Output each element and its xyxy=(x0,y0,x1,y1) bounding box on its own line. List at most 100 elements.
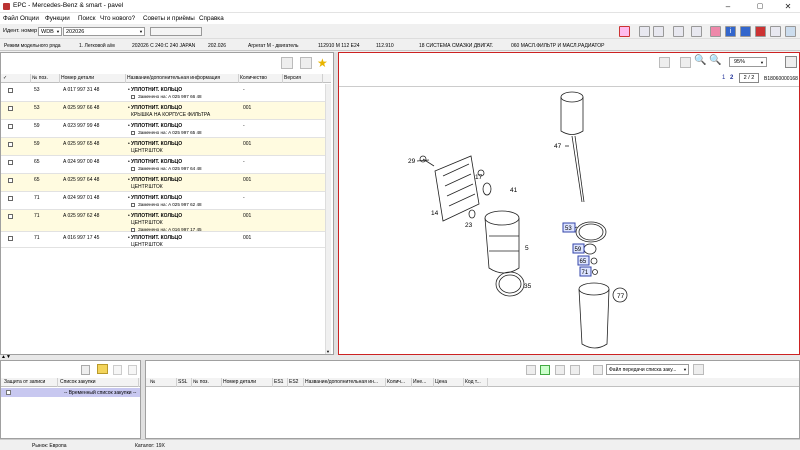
col-write-protect[interactable]: Защита от записи xyxy=(3,378,58,387)
check-icon[interactable] xyxy=(639,26,650,37)
send-icon[interactable] xyxy=(693,364,704,375)
callout-47[interactable]: 47 xyxy=(554,143,562,150)
note-checkbox[interactable] xyxy=(131,130,135,135)
table-row[interactable]: 59 A 025 997 65 48 • УПЛОТНИТ. КОЛЬЦО ЦЕНТР.… xyxy=(1,138,331,156)
breadcrumb-group[interactable]: 18 СИСТЕМА СМАЗКИ ДВИГАТ. xyxy=(419,43,493,49)
col-code[interactable]: Код т... xyxy=(464,378,488,387)
menu-functions[interactable]: Функции xyxy=(45,15,70,22)
col-version[interactable]: Версия xyxy=(283,74,323,83)
delete-icon[interactable] xyxy=(619,26,630,37)
col-ssl[interactable]: SSL xyxy=(177,378,192,387)
col-qty2[interactable]: Колич... xyxy=(386,378,412,387)
print-icon[interactable] xyxy=(691,26,702,37)
callout-59[interactable]: 59 xyxy=(575,247,582,253)
edit-icon[interactable] xyxy=(653,26,664,37)
callout-41[interactable]: 41 xyxy=(510,187,518,194)
window-icon[interactable] xyxy=(785,26,796,37)
breadcrumb-engine-code[interactable]: 112.910 xyxy=(376,43,394,49)
page-link-1[interactable]: 1 xyxy=(722,75,725,81)
row-checkbox[interactable] xyxy=(8,178,13,183)
table-row[interactable]: 71 A 025 997 62 48 • УПЛОТНИТ. КОЛЬЦО ЦЕНТР.… xyxy=(1,210,331,232)
menu-whats-new[interactable]: Что нового? xyxy=(100,15,135,22)
col-name[interactable]: Название/дополнительная информация xyxy=(126,74,239,83)
filter-icon[interactable] xyxy=(526,365,536,375)
chevron-down-icon[interactable]: ▼ xyxy=(139,29,143,34)
row-part-number[interactable]: A 017 997 31 48 xyxy=(63,87,99,93)
row-checkbox[interactable] xyxy=(8,142,13,147)
parts-diagram[interactable]: 29 17 41 14 23 5 35 47 77 53 59 65 71 xyxy=(339,86,798,354)
col-name2[interactable]: Название/дополнительная ин... xyxy=(304,378,386,387)
menu-options[interactable]: Опции xyxy=(20,15,39,22)
row-part-number[interactable]: A 024 997 00 48 xyxy=(63,159,99,165)
col-qty[interactable]: Количество xyxy=(239,74,283,83)
col-other[interactable]: Ине... xyxy=(412,378,434,387)
page-link-2[interactable]: 2 xyxy=(730,75,733,81)
note-checkbox[interactable] xyxy=(131,202,135,207)
col-shopping-list[interactable]: Список закупки xyxy=(59,378,139,387)
callout-23[interactable]: 23 xyxy=(465,222,473,229)
note-checkbox[interactable] xyxy=(131,166,135,171)
book-icon[interactable] xyxy=(740,26,751,37)
catalog-icon[interactable] xyxy=(755,26,766,37)
note-icon[interactable] xyxy=(659,57,670,68)
zoom-out-icon[interactable]: 🔍 xyxy=(709,55,721,66)
breadcrumb-aggregate[interactable]: Агрегат М - двигатель xyxy=(248,43,299,49)
breadcrumb-vehicle[interactable]: 1. Легковой а/м xyxy=(79,43,115,49)
row-checkbox[interactable] xyxy=(8,124,13,129)
row-part-number[interactable]: A 016 997 17 45 xyxy=(63,235,99,241)
write-protect-checkbox[interactable] xyxy=(6,390,11,395)
col-es1[interactable]: ES1 xyxy=(273,378,288,387)
note-checkbox[interactable] xyxy=(131,227,135,232)
row-checkbox[interactable] xyxy=(8,160,13,165)
menu-search[interactable]: Поиск xyxy=(78,15,95,22)
table-row[interactable]: 65 A 025 997 64 48 • УПЛОТНИТ. КОЛЬЦО ЦЕНТР.… xyxy=(1,174,331,192)
parts-scrollbar[interactable]: ▼ xyxy=(325,84,331,354)
export-list-icon[interactable] xyxy=(555,365,565,375)
callout-29[interactable]: 29 xyxy=(408,158,416,165)
callout-14[interactable]: 14 xyxy=(431,210,439,217)
row-part-number[interactable]: A 025 997 66 48 xyxy=(63,105,99,111)
erase-list-icon[interactable] xyxy=(570,365,580,375)
table-row[interactable]: 71 A 024 997 01 48 • УПЛОТНИТ. КОЛЬЦО Замене… xyxy=(1,192,331,210)
note-checkbox[interactable] xyxy=(131,94,135,99)
breadcrumb-model-code[interactable]: 202.026 xyxy=(208,43,226,49)
copy-icon[interactable] xyxy=(281,57,293,69)
breadcrumb-engine[interactable]: 112910 M 112 E24 xyxy=(318,43,360,49)
row-checkbox[interactable] xyxy=(8,88,13,93)
row-checkbox[interactable] xyxy=(8,196,13,201)
breadcrumb-mode[interactable]: Режим модельного ряда xyxy=(4,43,61,49)
ident-type-select[interactable]: WDB ▼ xyxy=(38,27,62,36)
open-folder-icon[interactable] xyxy=(97,364,108,374)
col-part2[interactable]: Номер детали xyxy=(222,378,273,387)
info-icon[interactable]: i xyxy=(725,26,736,37)
close-button[interactable]: ✕ xyxy=(776,1,800,12)
col-num[interactable]: № xyxy=(149,378,177,387)
transfer-icon[interactable] xyxy=(593,365,603,375)
copy-list-icon[interactable] xyxy=(113,365,122,375)
row-checkbox[interactable] xyxy=(8,106,13,111)
row-part-number[interactable]: A 025 997 64 48 xyxy=(63,177,99,183)
row-checkbox[interactable] xyxy=(8,214,13,219)
callout-53[interactable]: 53 xyxy=(565,226,572,232)
callout-5[interactable]: 5 xyxy=(525,245,529,252)
callout-77[interactable]: 77 xyxy=(617,293,625,300)
table-row[interactable]: 71 A 016 997 17 45 • УПЛОТНИТ. КОЛЬЦО ЦЕНТР.… xyxy=(1,232,331,248)
table-row[interactable]: 65 A 024 997 00 48 • УПЛОТНИТ. КОЛЬЦО Замене… xyxy=(1,156,331,174)
ident-number-input[interactable]: 202026 xyxy=(63,27,145,36)
maximize-button[interactable]: ▢ xyxy=(748,1,772,12)
document-icon[interactable] xyxy=(673,26,684,37)
paste-list-icon[interactable] xyxy=(128,365,137,375)
row-part-number[interactable]: A 024 997 01 48 xyxy=(63,195,99,201)
row-part-number[interactable]: A 025 997 65 48 xyxy=(63,141,99,147)
zoom-select[interactable]: 95% ▼ xyxy=(729,57,767,67)
new-list-icon[interactable] xyxy=(81,365,90,375)
callout-65[interactable]: 65 xyxy=(580,259,587,265)
callout-35[interactable]: 35 xyxy=(524,283,532,290)
menu-file[interactable]: Файл xyxy=(3,15,18,22)
calculator-icon[interactable] xyxy=(770,26,781,37)
col-price[interactable]: Цена xyxy=(434,378,464,387)
col-part[interactable]: Номер детали xyxy=(60,74,126,83)
row-part-number[interactable]: A 025 997 62 48 xyxy=(63,213,99,219)
eraser-icon[interactable] xyxy=(710,26,721,37)
table-row[interactable]: 53 A 025 997 66 48 • УПЛОТНИТ. КОЛЬЦО КРЫШКА… xyxy=(1,102,331,120)
